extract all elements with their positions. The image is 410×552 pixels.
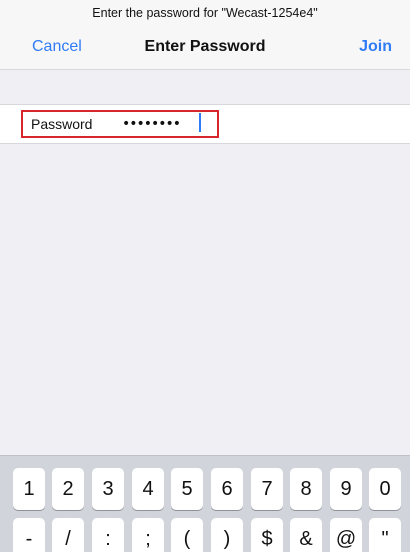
nav-header: Enter the password for "Wecast-1254e4" C… <box>0 0 410 70</box>
key-0[interactable]: 0 <box>369 468 401 510</box>
key-7[interactable]: 7 <box>251 468 283 510</box>
key-right-paren[interactable]: ) <box>211 518 243 552</box>
key-5[interactable]: 5 <box>171 468 203 510</box>
key-colon[interactable]: : <box>92 518 124 552</box>
key-quote[interactable]: " <box>369 518 401 552</box>
key-1[interactable]: 1 <box>13 468 45 510</box>
key-8[interactable]: 8 <box>290 468 322 510</box>
key-9[interactable]: 9 <box>330 468 362 510</box>
password-prompt: Enter the password for "Wecast-1254e4" <box>92 6 318 20</box>
password-label: Password <box>31 116 93 132</box>
key-semicolon[interactable]: ; <box>132 518 164 552</box>
key-4[interactable]: 4 <box>132 468 164 510</box>
key-ampersand[interactable]: & <box>290 518 322 552</box>
key-left-paren[interactable]: ( <box>171 518 203 552</box>
text-caret <box>199 113 201 132</box>
keyboard: 1 2 3 4 5 6 7 8 9 0 - / : ; ( ) $ & @ " <box>0 455 410 552</box>
key-at[interactable]: @ <box>330 518 362 552</box>
key-slash[interactable]: / <box>52 518 84 552</box>
join-button[interactable]: Join <box>359 38 392 56</box>
key-hyphen[interactable]: - <box>13 518 45 552</box>
cancel-button[interactable]: Cancel <box>32 38 82 56</box>
key-6[interactable]: 6 <box>211 468 243 510</box>
key-3[interactable]: 3 <box>92 468 124 510</box>
key-dollar[interactable]: $ <box>251 518 283 552</box>
key-2[interactable]: 2 <box>52 468 84 510</box>
